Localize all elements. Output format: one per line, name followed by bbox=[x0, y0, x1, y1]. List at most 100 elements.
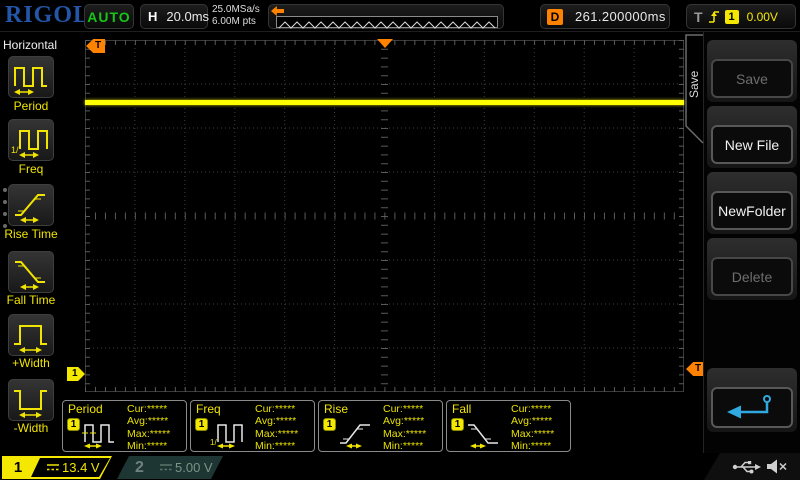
measure-avg: Avg:***** bbox=[383, 415, 426, 427]
measurement-name: Period bbox=[68, 402, 103, 416]
waveform-preview-strip bbox=[276, 16, 498, 28]
waveform-display-area bbox=[85, 40, 684, 392]
period-meas-icon bbox=[82, 417, 118, 449]
measurement-panel-period: Period 1 Cur:***** Avg:***** Max:***** M… bbox=[62, 400, 187, 452]
softkey-save[interactable]: Save bbox=[707, 40, 797, 102]
freq-meas-icon: 1/ bbox=[210, 417, 246, 449]
channel2-scale: 5.00 V bbox=[175, 460, 213, 475]
measure-label-rise-time: Rise Time bbox=[0, 227, 62, 241]
measurement-values: Cur:***** Avg:***** Max:***** Min:***** bbox=[511, 403, 554, 452]
timebase-value: 20.0ms bbox=[166, 9, 209, 24]
menu-page-dot bbox=[3, 212, 7, 216]
trigger-status-box[interactable]: T 1 0.00V bbox=[686, 4, 796, 29]
channel1-number: 1 bbox=[4, 458, 40, 477]
measure-label-minus-width: -Width bbox=[0, 421, 62, 435]
system-status-tray bbox=[704, 453, 800, 480]
speaker-muted-icon bbox=[766, 459, 788, 474]
menu-page-dot bbox=[3, 224, 7, 228]
measure-item-period[interactable] bbox=[8, 56, 54, 98]
save-button[interactable]: Save bbox=[711, 59, 793, 98]
left-measure-menu: Horizontal Period 1/ Freq bbox=[0, 32, 62, 455]
measurement-panel-freq: Freq 1 1/ Cur:***** Avg:***** Max:***** … bbox=[190, 400, 315, 452]
dc-coupling-icon bbox=[46, 463, 60, 472]
fall-meas-icon bbox=[466, 417, 502, 449]
measurement-panel-fall: Fall 1 Cur:***** Avg:***** Max:***** Min… bbox=[446, 400, 571, 452]
top-status-bar: RIGOL AUTO H 20.0ms 25.0MSa/s 6.00M pts … bbox=[0, 0, 800, 32]
run-status-badge: AUTO bbox=[84, 4, 134, 29]
channel1-status[interactable]: 1 13.4 V bbox=[2, 456, 112, 479]
measure-avg: Avg:***** bbox=[127, 415, 170, 427]
softkey-delete[interactable]: Delete bbox=[707, 238, 797, 300]
measurement-source-badge: 1 bbox=[195, 418, 208, 431]
svg-text:1/: 1/ bbox=[210, 438, 217, 447]
measure-item-plus-width[interactable] bbox=[8, 314, 54, 356]
measure-max: Max:***** bbox=[255, 428, 298, 440]
new-folder-button[interactable]: NewFolder bbox=[711, 191, 793, 230]
measure-item-rise-time[interactable] bbox=[8, 184, 54, 226]
softkey-new-file[interactable]: New File bbox=[707, 106, 797, 168]
measure-item-fall-time[interactable] bbox=[8, 251, 54, 293]
channel2-status[interactable]: 2 5.00 V bbox=[117, 456, 223, 479]
measure-label-plus-width: +Width bbox=[0, 356, 62, 370]
trigger-offscreen-arrow-icon bbox=[271, 6, 284, 16]
plus-width-icon bbox=[10, 315, 52, 355]
memory-depth: 6.00M pts bbox=[212, 16, 260, 28]
trigger-delay-box[interactable]: D 261.200000ms bbox=[540, 4, 670, 29]
measure-label-freq: Freq bbox=[0, 162, 62, 176]
return-arrow-icon bbox=[717, 392, 787, 424]
rigol-logo: RIGOL bbox=[5, 2, 90, 29]
dc-coupling-icon bbox=[159, 463, 173, 472]
measure-avg: Avg:***** bbox=[255, 415, 298, 427]
usb-icon bbox=[732, 459, 762, 474]
measurement-name: Freq bbox=[196, 402, 221, 416]
measure-cur: Cur:***** bbox=[383, 403, 426, 415]
channel1-scale: 13.4 V bbox=[62, 460, 100, 475]
trigger-center-marker-icon[interactable] bbox=[377, 39, 393, 48]
trigger-label: T bbox=[694, 9, 703, 25]
measure-label-fall-time: Fall Time bbox=[0, 293, 62, 307]
menu-tab-label: Save bbox=[687, 52, 703, 116]
measure-item-minus-width[interactable] bbox=[8, 379, 54, 421]
delete-button[interactable]: Delete bbox=[711, 257, 793, 296]
new-file-button[interactable]: New File bbox=[711, 125, 793, 164]
measure-max: Max:***** bbox=[127, 428, 170, 440]
waveform-preview-box[interactable] bbox=[268, 4, 504, 29]
measurement-values: Cur:***** Avg:***** Max:***** Min:***** bbox=[383, 403, 426, 452]
delay-value: 261.200000ms bbox=[575, 9, 666, 24]
run-status-text: AUTO bbox=[87, 9, 130, 25]
measurement-name: Fall bbox=[452, 402, 471, 416]
period-icon bbox=[10, 57, 52, 97]
measure-avg: Avg:***** bbox=[511, 415, 554, 427]
delay-badge: D bbox=[547, 9, 563, 25]
softkey-back[interactable] bbox=[707, 368, 797, 432]
channel2-number: 2 bbox=[135, 456, 144, 479]
measurement-source-badge: 1 bbox=[451, 418, 464, 431]
measurement-panel-rise: Rise 1 Cur:***** Avg:***** Max:***** Min… bbox=[318, 400, 443, 452]
sample-rate: 25.0MSa/s bbox=[212, 4, 260, 16]
freq-icon: 1/ bbox=[10, 120, 52, 160]
minus-width-icon bbox=[10, 380, 52, 420]
measurement-values: Cur:***** Avg:***** Max:***** Min:***** bbox=[255, 403, 298, 452]
measurement-source-badge: 1 bbox=[67, 418, 80, 431]
trigger-slope-rising-icon bbox=[708, 9, 720, 24]
measure-max: Max:***** bbox=[383, 428, 426, 440]
measure-min: Min:***** bbox=[127, 440, 170, 452]
measure-label-period: Period bbox=[0, 99, 62, 113]
measure-min: Min:***** bbox=[511, 440, 554, 452]
measure-item-freq[interactable]: 1/ bbox=[8, 119, 54, 161]
menu-page-dot bbox=[3, 188, 7, 192]
softkey-new-folder[interactable]: NewFolder bbox=[707, 172, 797, 234]
svg-text:1/: 1/ bbox=[11, 145, 19, 155]
measurement-values: Cur:***** Avg:***** Max:***** Min:***** bbox=[127, 403, 170, 452]
channel1-ground-level-marker[interactable]: 1 bbox=[67, 367, 85, 381]
channel-status-bar: 1 13.4 V 2 5.00 V bbox=[0, 453, 800, 480]
channel1-status-body: 1 13.4 V bbox=[4, 458, 110, 477]
oscilloscope-screen: RIGOL AUTO H 20.0ms 25.0MSa/s 6.00M pts … bbox=[0, 0, 800, 480]
measure-cur: Cur:***** bbox=[127, 403, 170, 415]
measure-cur: Cur:***** bbox=[511, 403, 554, 415]
timebase-box[interactable]: H 20.0ms bbox=[140, 4, 208, 29]
acquisition-info: 25.0MSa/s 6.00M pts bbox=[212, 4, 260, 28]
measure-max: Max:***** bbox=[511, 428, 554, 440]
measurement-name: Rise bbox=[324, 402, 348, 416]
back-button[interactable] bbox=[711, 387, 793, 428]
